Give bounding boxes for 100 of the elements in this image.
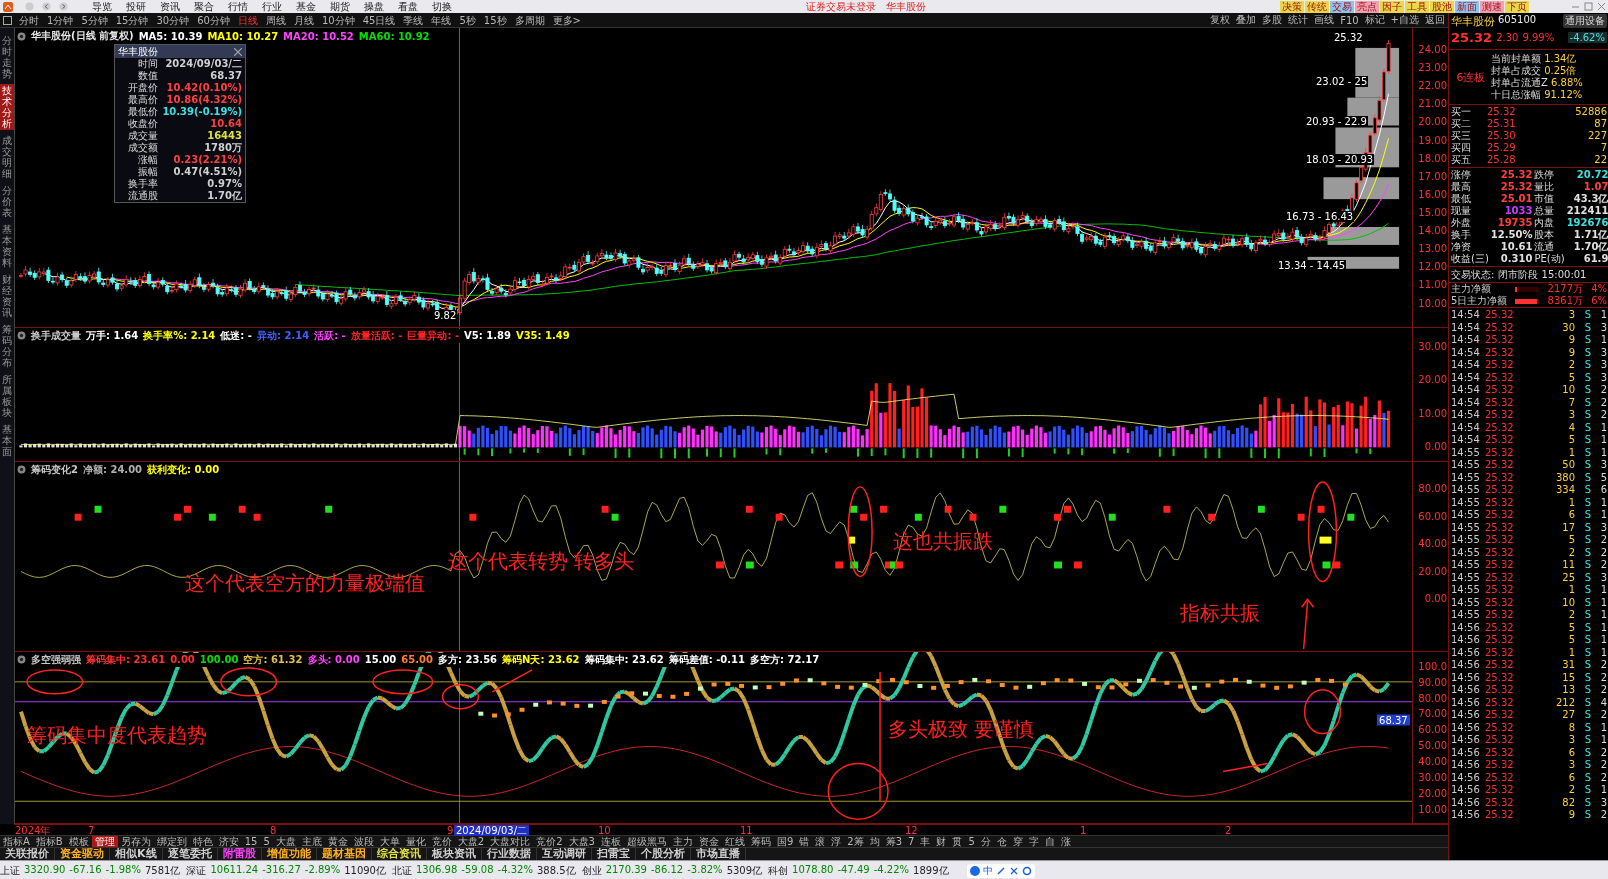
toolbar-button[interactable]: 亮点 [1355,0,1379,13]
chart-tool-button[interactable]: 返回 [1422,13,1448,27]
indicator-tab[interactable]: 大盘 [272,835,299,848]
menu-item[interactable]: 看盘 [398,0,418,13]
indicator-tab[interactable]: 均 [866,835,883,848]
period-tab[interactable]: 45日线 [358,13,400,27]
indicator-tab[interactable]: 主力 [669,835,696,848]
side-tab[interactable]: 成交明细 [0,134,14,180]
indicator-tab[interactable]: 财 [933,835,950,848]
chart-tool-button[interactable]: 多股 [1259,13,1286,27]
indicator-tab[interactable]: 国9 [773,835,797,848]
index-name[interactable]: 上证 [0,863,20,878]
menu-item[interactable]: 导览 [92,0,112,13]
chart-tool-button[interactable]: 标记 [1361,13,1388,27]
toolbar-button[interactable]: 交易 [1330,0,1354,13]
toolbar-button[interactable]: 传统 [1305,0,1329,13]
toolbar-button[interactable]: 决策 [1280,0,1304,13]
indicator-tab[interactable]: 指标A [0,835,33,848]
menu-item[interactable]: 基金 [296,0,316,13]
forward-icon[interactable] [59,2,68,11]
index-name[interactable]: 科创 [768,863,789,878]
scissors-icon[interactable] [1008,865,1019,876]
index-name[interactable]: 北证 [392,863,412,878]
back-icon[interactable] [42,2,51,11]
indicator-tab[interactable]: 字 [1025,835,1042,848]
side-tab[interactable]: 所属板块 [0,373,14,419]
indicator-tab[interactable]: 7 [905,835,918,848]
menu-item[interactable]: 期货 [330,0,350,13]
indicator-icon[interactable] [17,31,26,41]
indicator-tab[interactable]: 另存为 [117,835,154,848]
indicator-tab[interactable]: 筹3 [882,835,906,848]
indicator-tab[interactable]: 量化 [402,835,429,848]
indicator-tab[interactable]: 指标B [32,835,66,848]
indicator-icon[interactable] [17,465,26,475]
indicator-tab[interactable]: 自 [1041,835,1058,848]
menu-item[interactable]: 切换 [432,0,452,13]
toolbar-button[interactable]: 测速 [1480,0,1504,13]
chart-tool-button[interactable]: 叠加 [1233,13,1260,27]
menu-item[interactable]: 操盘 [364,0,384,13]
menu-item[interactable]: 资讯 [160,0,180,13]
indicator-tab[interactable]: 大单 [376,835,403,848]
period-tab[interactable]: 5秒 [455,13,480,27]
index-name[interactable]: 深证 [186,863,207,878]
toolbar-button[interactable]: 股池 [1430,0,1454,13]
layout-icon[interactable] [3,15,12,25]
side-tab[interactable]: 基本资料 [0,223,14,269]
period-tab[interactable]: 日线 [233,13,262,27]
indicator-tab[interactable]: 大盘3 [565,835,598,848]
chart-tool-button[interactable]: 统计 [1285,13,1312,27]
chart-tool-button[interactable]: F10 [1337,14,1362,26]
indicator-tab[interactable]: 分 [977,835,994,848]
index-name[interactable]: 创业 [581,863,602,878]
indicator-tab[interactable]: 竞价2 [533,835,566,848]
indicator-tab[interactable]: 管理 [91,835,118,848]
ime-mode-button[interactable]: 中 [982,863,993,878]
indicator-tab[interactable]: 模板 [65,835,92,848]
indicator-tab[interactable]: 2筹 [844,835,867,848]
indicator-tab[interactable]: 红线 [721,835,748,848]
indicator-tab[interactable]: 穿 [1009,835,1026,848]
period-tab[interactable]: 多周期 [510,13,549,27]
close-icon[interactable] [234,47,242,56]
period-tab[interactable]: 30分钟 [152,13,194,27]
indicator-tab[interactable]: 滚 [812,835,829,848]
indicator-tab[interactable]: 贯 [949,835,966,848]
period-tab[interactable]: 更多> [548,13,585,27]
side-tab[interactable]: 筹码分布 [0,323,14,369]
period-tab[interactable]: 10分钟 [317,13,359,27]
indicator-tab[interactable]: 涨 [1057,835,1074,848]
login-notice[interactable]: 证券交易未登录 [806,0,876,14]
gear-icon[interactable] [1021,865,1032,876]
chart-tool-button[interactable]: 复权 [1207,13,1234,27]
toolbar-button[interactable]: 新面 [1455,0,1479,13]
close-icon[interactable] [1597,2,1606,11]
period-tab[interactable]: 周线 [261,13,290,27]
indicator-tab[interactable]: 浮 [828,835,845,848]
ime-logo-icon[interactable] [969,865,980,876]
indicator-tab[interactable]: 资金 [695,835,722,848]
period-tab[interactable]: 15分钟 [111,13,153,27]
period-tab[interactable]: 分时 [15,13,43,27]
toolbar-button[interactable]: 下页 [1505,0,1529,13]
indicator-tab[interactable]: 仓 [993,835,1010,848]
indicator-tab[interactable]: 波段 [350,835,377,848]
indicator-tab[interactable]: 连板 [597,835,624,848]
indicator-tab[interactable]: 5 [965,835,978,848]
sector-button[interactable]: 通用设备 [1563,14,1607,28]
side-tab[interactable]: 基本面 [0,423,14,458]
menu-item[interactable]: 行业 [262,0,282,13]
indicator-tab[interactable]: 超级黑马 [623,835,670,848]
chart-tool-button[interactable]: 画线 [1311,13,1338,27]
indicator-tab[interactable]: 主底 [298,835,325,848]
side-tab[interactable]: 技术分析 [0,84,14,130]
toolbar-button[interactable]: 因子 [1380,0,1404,13]
indicator-tab[interactable]: 大盘对比 [487,835,534,848]
toolbar-button[interactable]: 工具 [1405,0,1429,13]
period-tab[interactable]: 季线 [399,13,428,27]
indicator-icon[interactable] [17,331,26,340]
period-tab[interactable]: 15秒 [479,13,511,27]
menu-item[interactable]: 行情 [228,0,248,13]
indicator-tab[interactable]: 错 [796,835,813,848]
indicator-tab[interactable]: 黄金 [324,835,351,848]
